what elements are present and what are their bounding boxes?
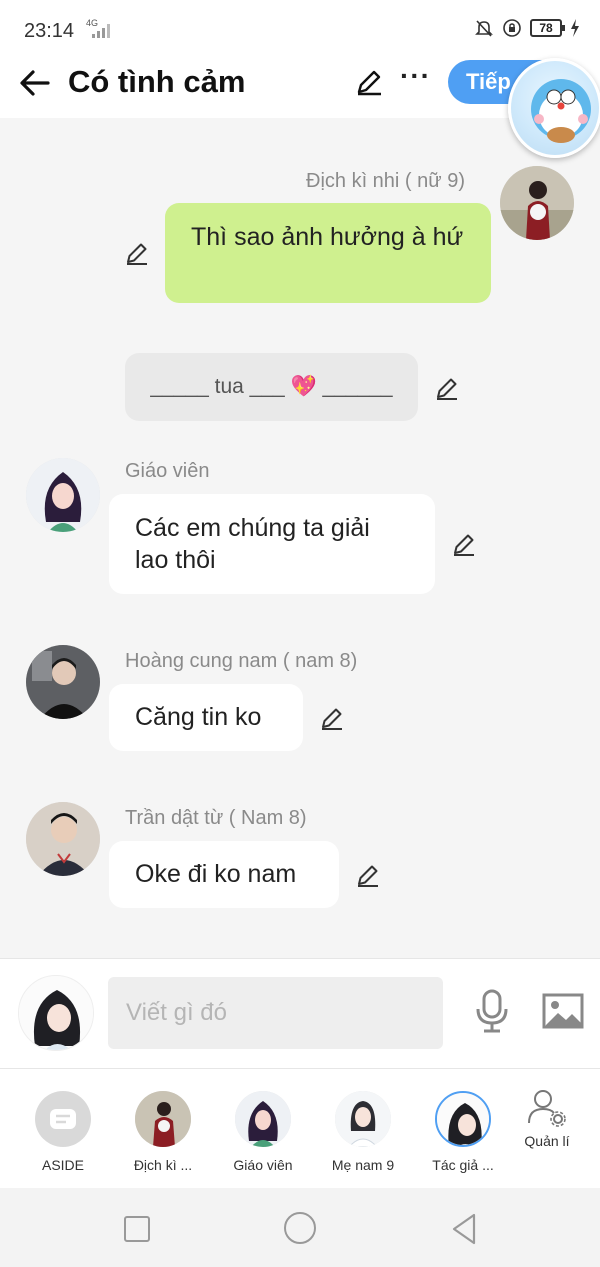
message-input[interactable]: Viết gì đó <box>108 977 443 1049</box>
message-bubble[interactable]: Các em chúng ta giải lao thôi <box>109 494 435 594</box>
manage-button[interactable]: Quản lí <box>506 1087 588 1149</box>
edit-message-icon[interactable] <box>355 862 381 888</box>
battery-icon: 78 <box>530 19 565 37</box>
back-arrow-icon[interactable] <box>18 66 52 100</box>
rotation-lock-icon <box>503 19 521 37</box>
edit-title-icon[interactable] <box>354 67 384 97</box>
narration-text: _____ tua ___ 💖 ______ <box>150 375 393 398</box>
message-bubble[interactable]: Oke đi ko nam <box>109 841 339 908</box>
character-label: Địch kì ... <box>133 1157 193 1173</box>
recents-icon[interactable] <box>124 1216 150 1242</box>
avatar-dich-ki-nhi[interactable] <box>500 166 574 240</box>
avatar-tran-dat-tu[interactable] <box>26 802 100 876</box>
page-title: Có tình cảm <box>68 64 246 99</box>
narration-bubble[interactable]: _____ tua ___ 💖 ______ <box>125 353 418 421</box>
mute-icon <box>475 20 493 37</box>
manage-user-settings-icon <box>528 1090 566 1127</box>
home-icon[interactable] <box>284 1212 316 1244</box>
character-me-nam-9[interactable]: Mẹ nam 9 <box>322 1091 404 1173</box>
character-bar: ASIDE Địch kì ... Giáo viên Mẹ nam 9 Tác… <box>0 1068 600 1188</box>
message-bubble[interactable]: Thì sao ảnh hưởng à hứ <box>165 203 491 303</box>
avatar-hoang-cung-nam[interactable] <box>26 645 100 719</box>
avatar-giao-vien[interactable] <box>26 458 100 532</box>
speaker-name: Địch kì nhi ( nữ 9) <box>306 170 465 192</box>
character-dich-ki[interactable]: Địch kì ... <box>122 1091 204 1173</box>
message-text: Các em chúng ta giải lao thôi <box>135 514 370 574</box>
current-speaker-avatar[interactable] <box>18 975 94 1051</box>
edit-message-icon[interactable] <box>319 705 345 731</box>
charging-icon <box>571 19 579 37</box>
message-text: Thì sao ảnh hưởng à hứ <box>191 223 464 251</box>
compose-bar: Viết gì đó <box>0 958 600 1068</box>
character-label: Tác giả ... <box>432 1157 494 1173</box>
message-bubble[interactable]: Căng tin ko <box>109 684 303 751</box>
system-nav-bar <box>0 1188 600 1267</box>
message-text: Oke đi ko nam <box>135 860 297 888</box>
doraemon-sticker-icon <box>531 79 591 143</box>
character-giao-vien[interactable]: Giáo viên <box>222 1091 304 1173</box>
manage-label: Quản lí <box>524 1133 570 1149</box>
floating-sticker-avatar[interactable] <box>508 58 600 158</box>
aside-chat-icon <box>50 1109 76 1129</box>
character-aside[interactable]: ASIDE <box>22 1091 104 1173</box>
speaker-name: Hoàng cung nam ( nam 8) <box>125 650 358 672</box>
edit-message-icon[interactable] <box>451 531 477 557</box>
character-label: Giáo viên <box>233 1157 293 1173</box>
image-icon[interactable] <box>542 993 584 1029</box>
status-time: 23:14 <box>24 20 75 42</box>
next-button-label: Tiếp <box>466 69 511 94</box>
speaker-name: Giáo viên <box>125 460 210 482</box>
edit-message-icon[interactable] <box>124 240 150 266</box>
message-input-placeholder: Viết gì đó <box>126 999 227 1026</box>
character-tac-gia[interactable]: Tác giả ... <box>422 1091 504 1173</box>
message-text: Căng tin ko <box>135 703 262 731</box>
character-label: Mẹ nam 9 <box>331 1157 395 1173</box>
edit-message-icon[interactable] <box>434 375 460 401</box>
character-label: ASIDE <box>41 1157 84 1173</box>
signal-icon <box>92 24 110 38</box>
speaker-name: Trần dật từ ( Nam 8) <box>125 807 307 829</box>
back-nav-icon[interactable] <box>450 1212 480 1246</box>
status-bar: 23:14 4G 78 <box>0 0 600 60</box>
more-options-icon[interactable]: ··· <box>400 60 431 92</box>
battery-level: 78 <box>539 21 553 35</box>
microphone-icon[interactable] <box>474 989 510 1033</box>
